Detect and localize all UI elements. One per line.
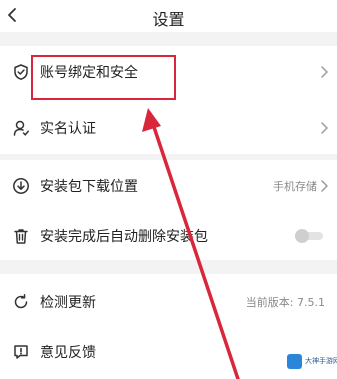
- download-circle-icon: [13, 178, 29, 194]
- settings-item-label: 意见反馈: [40, 345, 96, 361]
- settings-item-auto-delete: 安装完成后自动删除安装包: [0, 210, 337, 262]
- shield-check-icon: [14, 64, 28, 80]
- settings-item-check-update[interactable]: 检测更新 当前版本: 7.5.1: [0, 276, 337, 328]
- watermark-logo: [287, 354, 302, 369]
- header-bar: 设置: [0, 0, 337, 32]
- settings-item-label: 实名认证: [40, 121, 96, 137]
- settings-item-label: 安装完成后自动删除安装包: [40, 229, 208, 245]
- feedback-icon: [14, 345, 28, 359]
- current-version-value: 当前版本: 7.5.1: [245, 296, 325, 309]
- toggle-knob: [295, 229, 309, 243]
- chevron-right-icon: [321, 122, 328, 134]
- trash-icon: [14, 229, 28, 244]
- download-location-value: 手机存储: [273, 180, 317, 193]
- settings-item-label: 安装包下载位置: [40, 179, 138, 195]
- chevron-right-icon: [321, 180, 328, 192]
- section-divider: [0, 260, 337, 274]
- section-divider: [0, 32, 337, 46]
- page-title: 设置: [152, 10, 185, 29]
- highlight-box: [31, 55, 176, 100]
- settings-item-label: 检测更新: [40, 295, 96, 311]
- watermark-text: 大神手游网: [305, 357, 337, 365]
- settings-item-real-name[interactable]: 实名认证: [0, 102, 337, 154]
- user-verify-icon: [13, 120, 30, 136]
- chevron-right-icon: [321, 66, 328, 78]
- auto-delete-toggle[interactable]: [295, 229, 325, 243]
- watermark: 大神手游网: [287, 352, 337, 372]
- settings-item-download-location[interactable]: 安装包下载位置 手机存储: [0, 160, 337, 212]
- refresh-icon: [14, 294, 28, 309]
